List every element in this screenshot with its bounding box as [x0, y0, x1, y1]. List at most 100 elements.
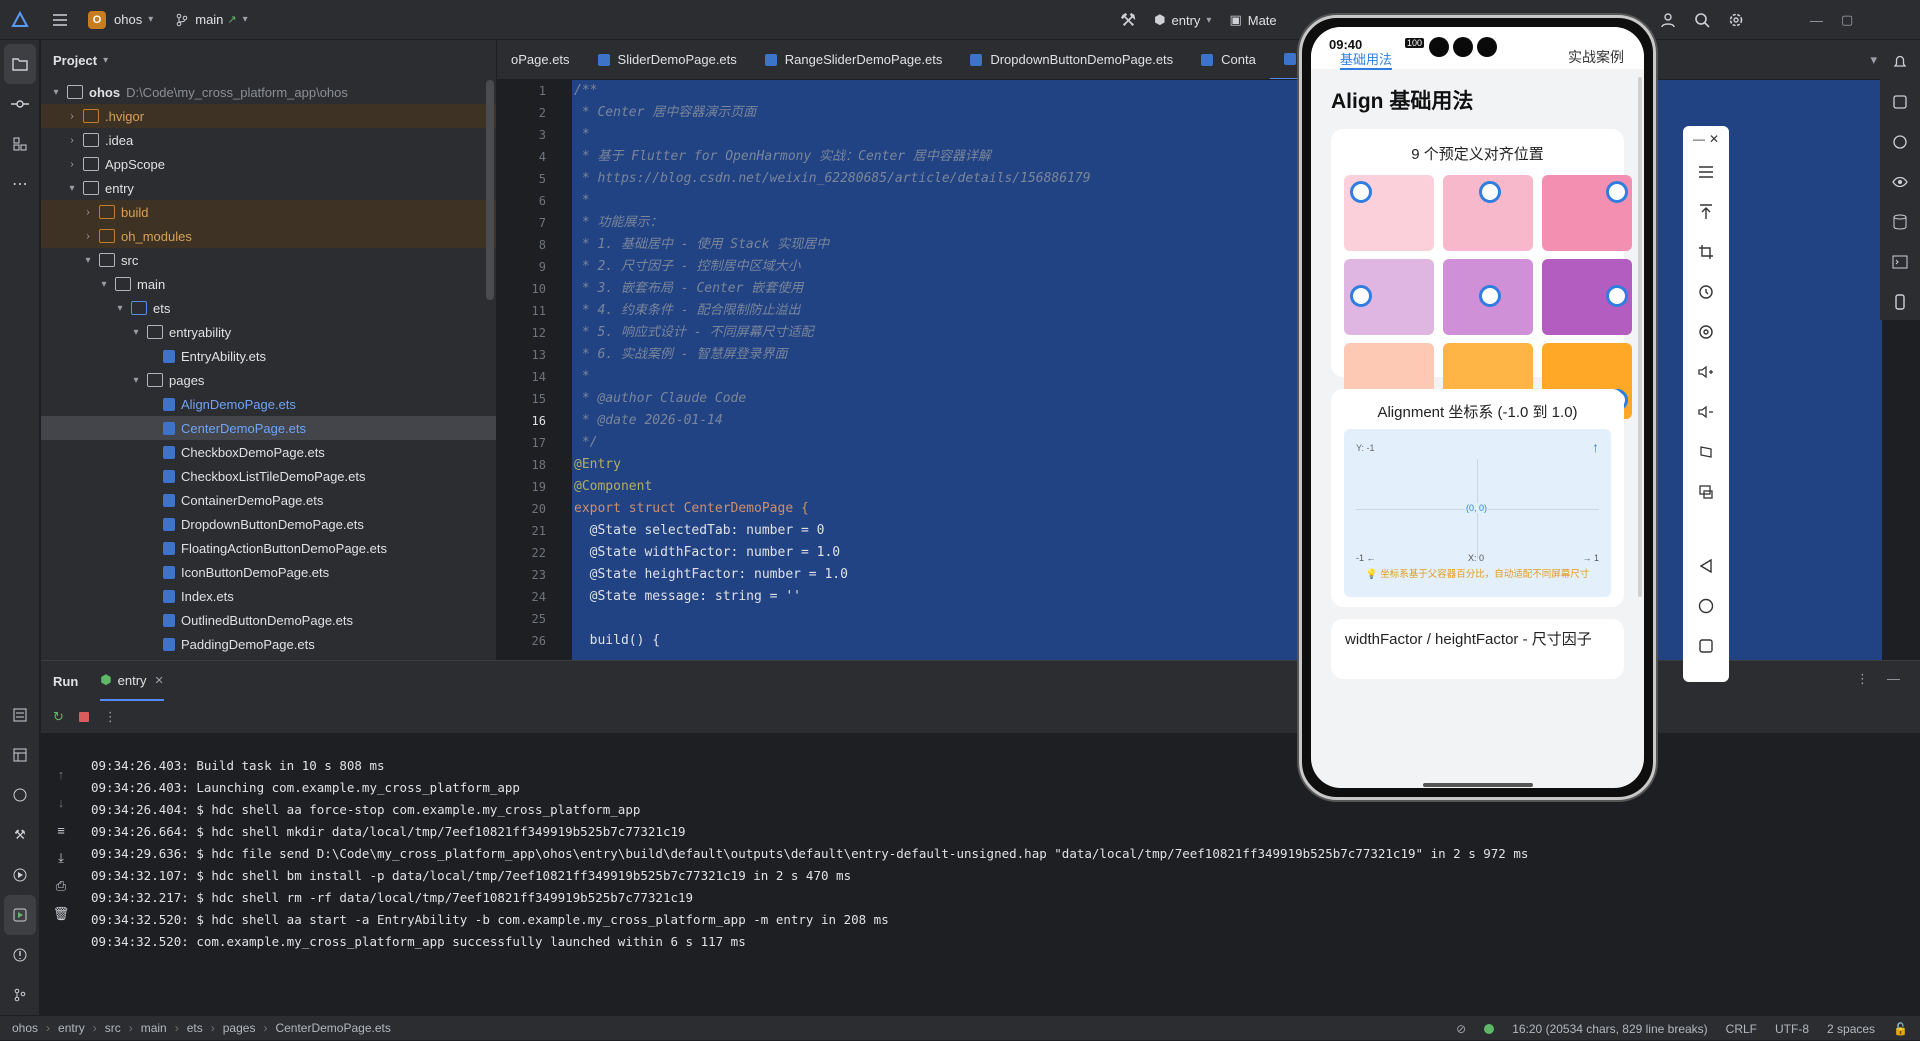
- tree-item[interactable]: AlignDemoPage.ets: [41, 392, 496, 416]
- tree-item[interactable]: ▾ ohos D:\Code\my_cross_platform_app\ohos: [41, 80, 496, 104]
- alignment-cell[interactable]: [1344, 259, 1434, 335]
- branch-switcher[interactable]: main ↗ ▾: [175, 12, 248, 27]
- tree-item[interactable]: ▾ entryability: [41, 320, 496, 344]
- more-icon[interactable]: ⋮: [104, 709, 117, 725]
- project-panel-header[interactable]: Project ▾: [41, 40, 496, 80]
- line-separator[interactable]: CRLF: [1726, 1022, 1757, 1036]
- more-tools-icon[interactable]: ⋯: [0, 164, 40, 204]
- close-emulator-button[interactable]: ✕: [1709, 132, 1719, 146]
- minimize-emulator-button[interactable]: —: [1693, 132, 1705, 146]
- structure-icon[interactable]: [0, 124, 40, 164]
- user-icon[interactable]: [1660, 12, 1676, 28]
- tree-item[interactable]: EntryAbility.ets: [41, 344, 496, 368]
- chevron-right-icon[interactable]: ›: [65, 111, 79, 122]
- tree-item[interactable]: › .idea: [41, 128, 496, 152]
- run-entry-tab[interactable]: ⬢ entry ✕: [100, 661, 164, 701]
- breadcrumb-item[interactable]: ohos: [12, 1021, 38, 1035]
- code-line[interactable]: /**: [572, 80, 1882, 102]
- fold-icon[interactable]: [1683, 432, 1729, 472]
- chevron-down-icon[interactable]: ▾: [129, 327, 143, 338]
- scroll-up-icon[interactable]: ↑: [41, 760, 81, 788]
- device-selector[interactable]: ▣ Mate: [1229, 12, 1276, 28]
- run-tab[interactable]: Run: [53, 674, 78, 689]
- screenshot-icon[interactable]: [1683, 472, 1729, 512]
- file-encoding[interactable]: UTF-8: [1775, 1022, 1809, 1036]
- tree-scrollbar[interactable]: [486, 80, 494, 300]
- terminal-icon[interactable]: [1880, 242, 1920, 282]
- tree-item[interactable]: CheckboxListTileDemoPage.ets: [41, 464, 496, 488]
- tree-item[interactable]: › oh_modules: [41, 224, 496, 248]
- tree-item[interactable]: DropdownButtonDemoPage.ets: [41, 512, 496, 536]
- lock-icon[interactable]: 🔓: [1893, 1022, 1908, 1036]
- chevron-right-icon[interactable]: ›: [65, 159, 79, 170]
- no-power-save-icon[interactable]: ⊘: [1456, 1022, 1466, 1036]
- tree-item[interactable]: CheckboxDemoPage.ets: [41, 440, 496, 464]
- tab-basic-usage[interactable]: 基础用法: [1340, 49, 1393, 70]
- indent-setting[interactable]: 2 spaces: [1827, 1022, 1875, 1036]
- build-icon[interactable]: ⚒: [0, 815, 40, 855]
- volume-down-icon[interactable]: [1683, 392, 1729, 432]
- services-icon[interactable]: [0, 855, 40, 895]
- profiler-icon[interactable]: [0, 775, 40, 815]
- rerun-icon[interactable]: ↻: [53, 709, 64, 725]
- pin-top-icon[interactable]: [1683, 192, 1729, 232]
- phone-scrollbar[interactable]: [1638, 77, 1642, 597]
- tree-item[interactable]: › build: [41, 200, 496, 224]
- tree-item[interactable]: FloatingActionButtonDemoPage.ets: [41, 536, 496, 560]
- tree-item[interactable]: ▾ main: [41, 272, 496, 296]
- tree-item[interactable]: PaddingDemoPage.ets: [41, 632, 496, 656]
- search-icon[interactable]: [1694, 12, 1710, 28]
- tree-item[interactable]: OutlinedButtonDemoPage.ets: [41, 608, 496, 632]
- commit-icon[interactable]: [0, 84, 40, 124]
- code-line[interactable]: * Center 居中容器演示页面: [572, 102, 1882, 124]
- soft-wrap-icon[interactable]: ≡: [41, 816, 81, 844]
- scroll-down-icon[interactable]: ↓: [41, 788, 81, 816]
- notifications-icon[interactable]: [1880, 42, 1920, 82]
- database-icon[interactable]: [1880, 202, 1920, 242]
- tree-item[interactable]: Index.ets: [41, 584, 496, 608]
- eye-icon[interactable]: [1880, 162, 1920, 202]
- minimize-button[interactable]: —: [1810, 13, 1823, 28]
- cursor-position[interactable]: 16:20 (20534 chars, 829 line breaks): [1512, 1022, 1707, 1036]
- main-menu-icon[interactable]: [40, 0, 80, 40]
- tree-item[interactable]: IconButtonDemoPage.ets: [41, 560, 496, 584]
- alignment-cell[interactable]: [1542, 259, 1632, 335]
- breadcrumb-item[interactable]: entry: [58, 1021, 85, 1035]
- breadcrumb-item[interactable]: CenterDemoPage.ets: [275, 1021, 390, 1035]
- menu-icon[interactable]: [1683, 152, 1729, 192]
- tree-item[interactable]: ▾ pages: [41, 368, 496, 392]
- hammer-build-icon[interactable]: ⚒: [1120, 10, 1136, 31]
- breadcrumb-item[interactable]: pages: [223, 1021, 256, 1035]
- chevron-down-icon[interactable]: ▾: [49, 87, 63, 98]
- tree-item[interactable]: › AppScope: [41, 152, 496, 176]
- chevron-right-icon[interactable]: ›: [65, 135, 79, 146]
- chevron-down-icon[interactable]: ▾: [97, 279, 111, 290]
- tree-item[interactable]: CenterDemoPage.ets: [41, 416, 496, 440]
- run-icon[interactable]: [4, 895, 36, 935]
- chevron-right-icon[interactable]: ›: [81, 207, 95, 218]
- maximize-button[interactable]: ▢: [1841, 12, 1853, 28]
- chevron-down-icon[interactable]: ▾: [65, 183, 79, 194]
- tree-item[interactable]: › .hvigor: [41, 104, 496, 128]
- rotate-icon[interactable]: [1683, 272, 1729, 312]
- hide-panel-icon[interactable]: —: [1887, 671, 1900, 687]
- close-icon[interactable]: ✕: [155, 674, 164, 687]
- print-icon[interactable]: ⎙: [41, 872, 81, 900]
- chevron-down-icon[interactable]: ▾: [113, 303, 127, 314]
- git-icon[interactable]: [0, 975, 40, 1015]
- scroll-to-end-icon[interactable]: ⤓: [41, 844, 81, 872]
- todo-icon[interactable]: [0, 695, 40, 735]
- project-switcher[interactable]: O ohos ▾: [88, 10, 153, 29]
- tree-item[interactable]: ▾ src: [41, 248, 496, 272]
- recents-icon[interactable]: [1683, 626, 1729, 666]
- tree-item[interactable]: ContainerDemoPage.ets: [41, 488, 496, 512]
- alignment-cell[interactable]: [1443, 259, 1533, 335]
- alignment-cell[interactable]: [1542, 175, 1632, 251]
- chevron-down-icon[interactable]: ▾: [129, 375, 143, 386]
- run-config-selector[interactable]: ⬢ entry ▾: [1154, 12, 1211, 28]
- breadcrumb-item[interactable]: ets: [187, 1021, 203, 1035]
- editor-tab[interactable]: DropdownButtonDemoPage.ets: [956, 40, 1187, 79]
- back-icon[interactable]: [1683, 546, 1729, 586]
- options-icon[interactable]: ⋮: [1856, 671, 1869, 687]
- editor-tab[interactable]: RangeSliderDemoPage.ets: [751, 40, 957, 79]
